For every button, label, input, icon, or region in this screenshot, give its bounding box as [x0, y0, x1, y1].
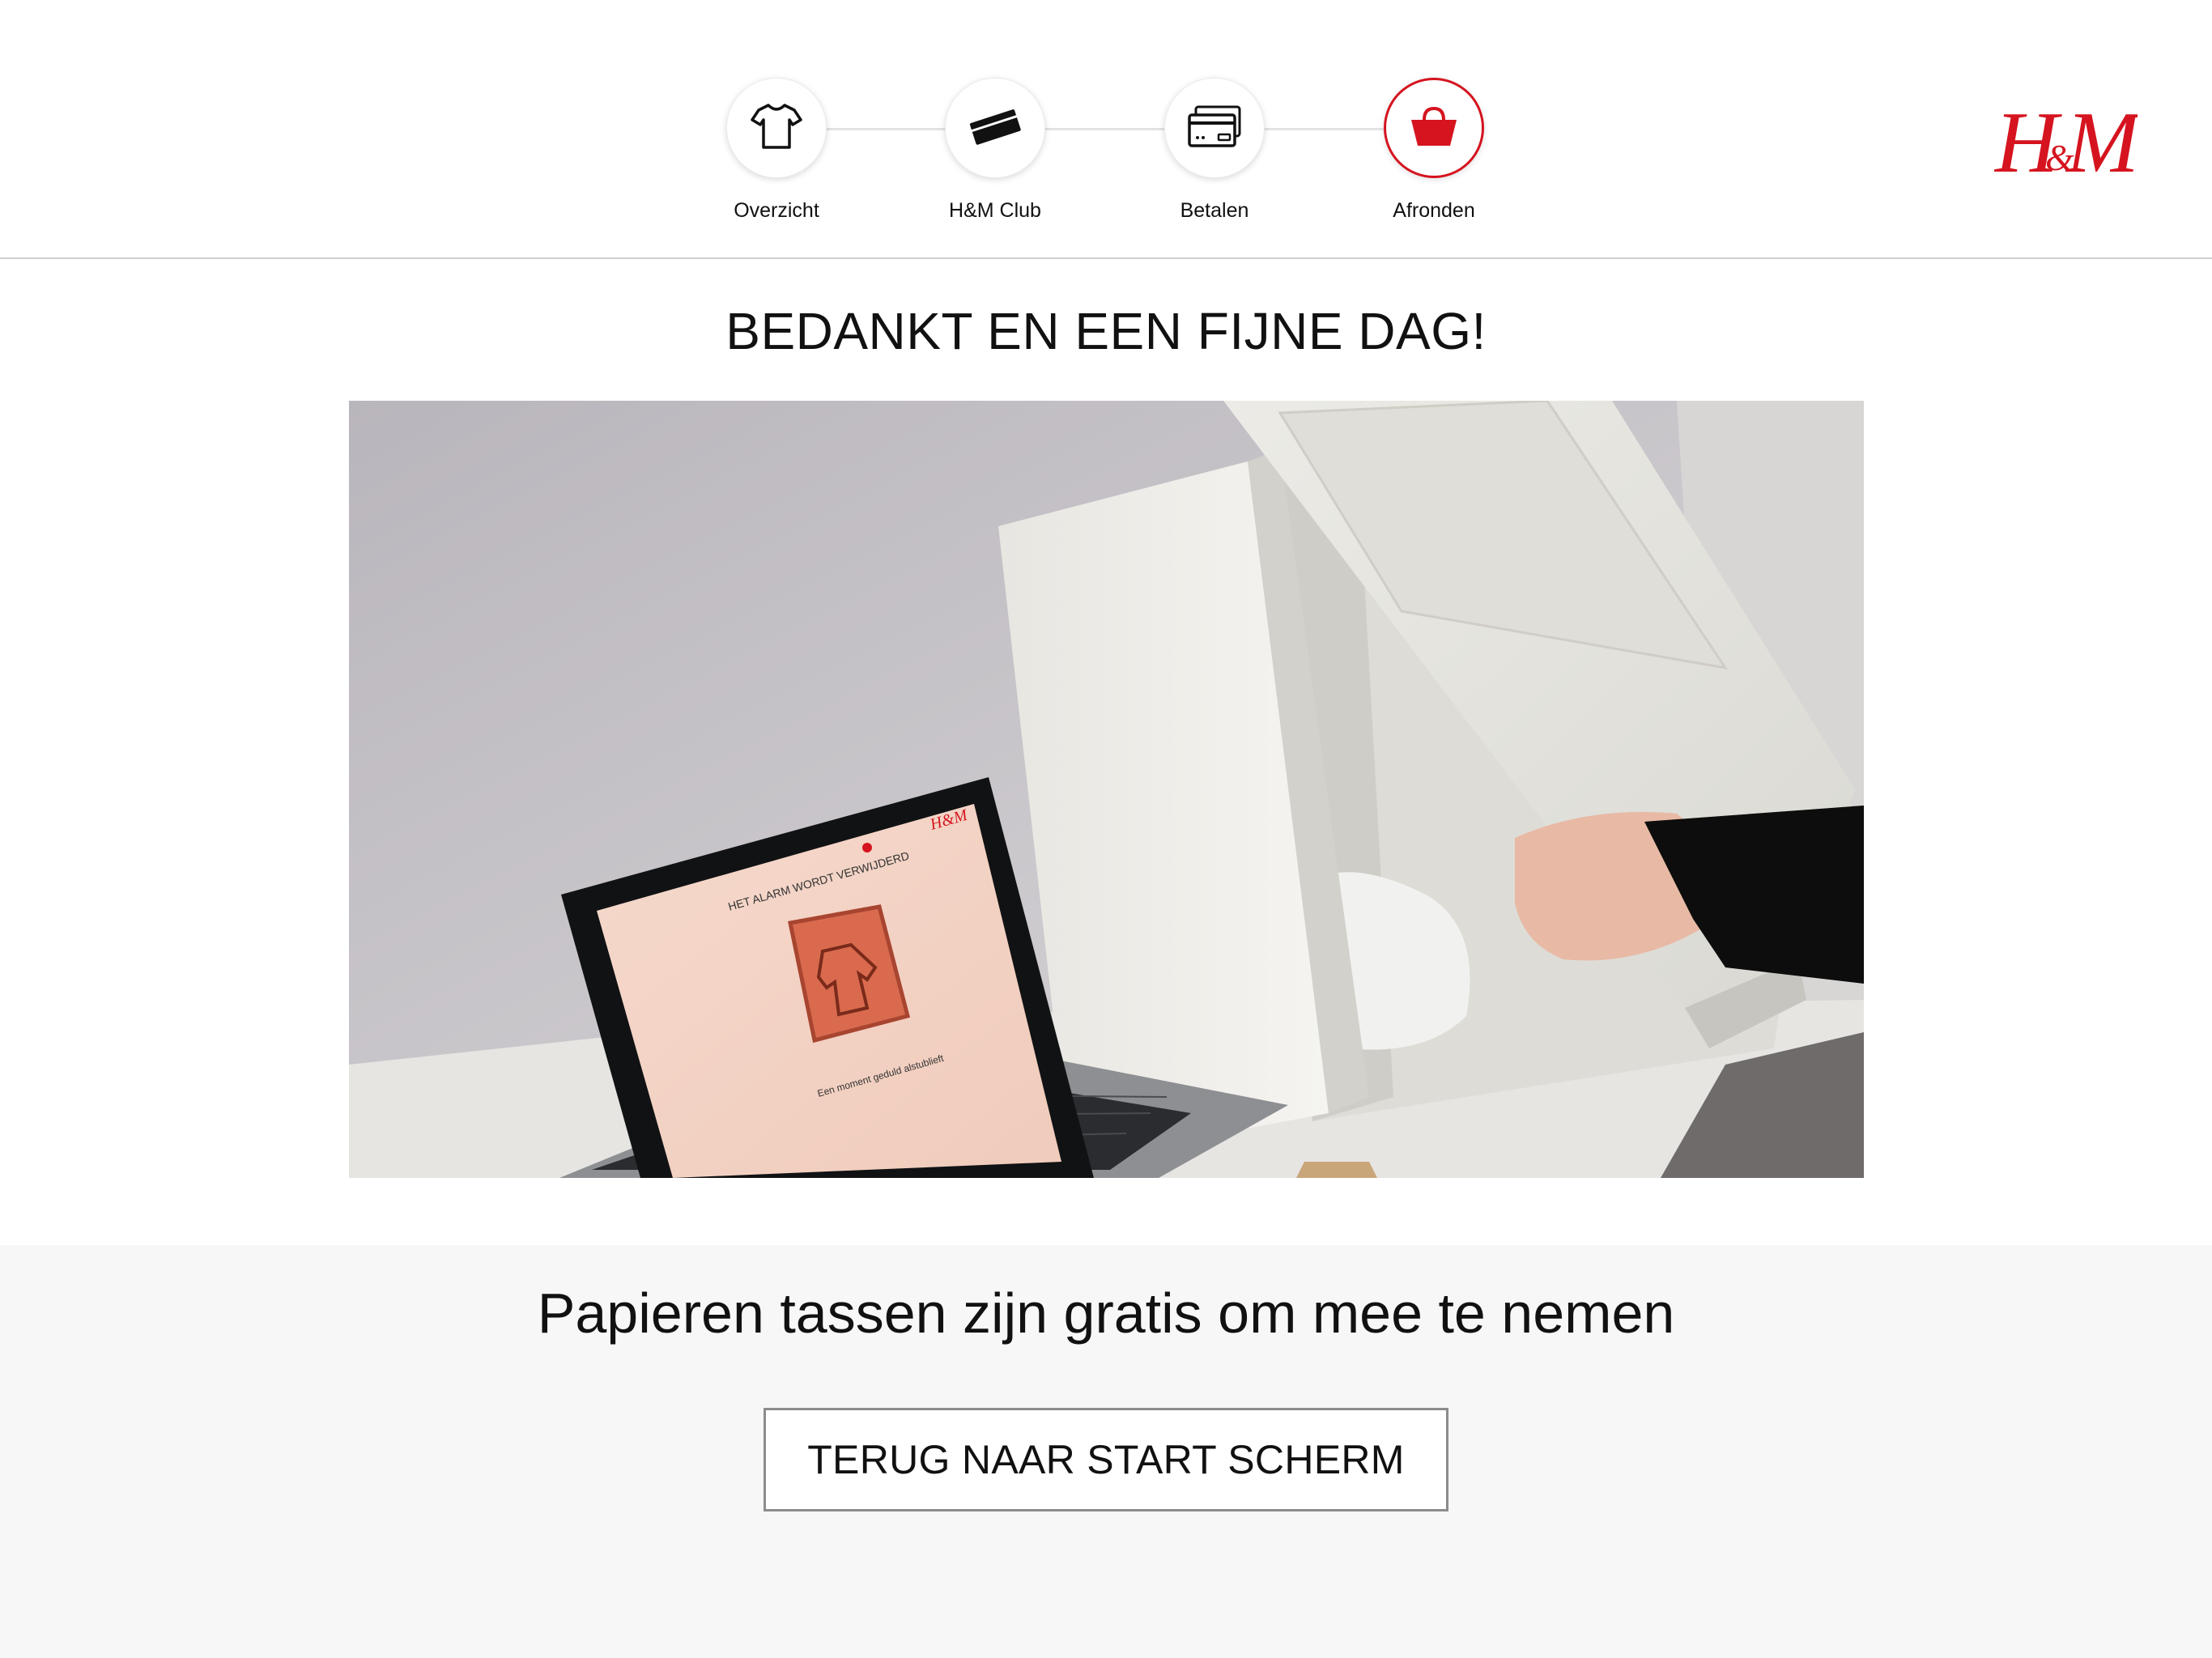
alarm-removal-image: HET ALARM WORDT VERWIJDERD Een moment ge… [349, 401, 1864, 1178]
checkout-stepper: Overzicht H&M Club Betalen Afronden [0, 0, 2212, 259]
back-to-start-button[interactable]: TERUG NAAR START SCHERM [764, 1408, 1448, 1511]
step-connector [1263, 128, 1385, 130]
step-label-overzicht: Overzicht [734, 199, 819, 222]
checkout-header: Overzicht H&M Club Betalen Afronden H & … [0, 0, 2212, 259]
step-connector [1044, 128, 1166, 130]
tshirt-icon [751, 102, 802, 155]
step-hm-club[interactable] [945, 78, 1045, 178]
page-title: BEDANKT EN EEN FIJNE DAG! [725, 302, 1487, 360]
step-label-afronden: Afronden [1393, 199, 1475, 222]
svg-text:M: M [2065, 95, 2138, 188]
step-connector [826, 128, 947, 130]
step-betalen[interactable] [1164, 78, 1265, 178]
paper-bags-message: Papieren tassen zijn gratis om mee te ne… [537, 1282, 1675, 1345]
step-afronden[interactable] [1384, 78, 1484, 178]
step-label-betalen: Betalen [1180, 199, 1249, 222]
credit-cards-icon [1186, 104, 1243, 153]
step-overzicht[interactable] [726, 78, 827, 178]
shopping-bag-icon [1408, 104, 1460, 153]
hm-logo: H & M [1992, 91, 2148, 191]
card-icon [968, 106, 1022, 151]
step-label-hm-club: H&M Club [949, 199, 1041, 222]
